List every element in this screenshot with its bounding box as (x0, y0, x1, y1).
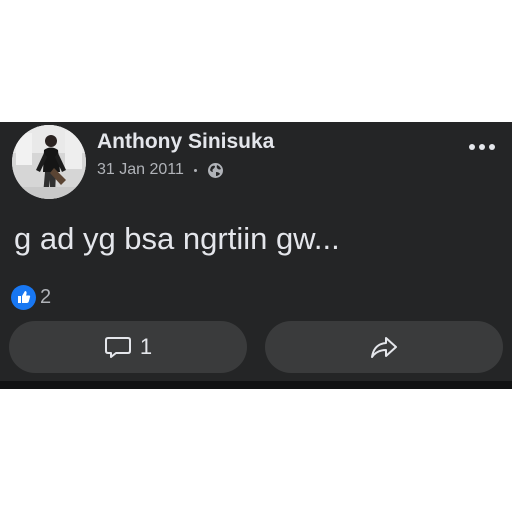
globe-icon (207, 161, 225, 179)
more-dots-icon (479, 144, 485, 150)
share-arrow-icon (369, 334, 399, 360)
reaction-count: 2 (40, 285, 52, 308)
page: Anthony Sinisuka 31 Jan 2011 g ad yg bsa… (0, 0, 512, 512)
reaction-summary[interactable]: 2 (11, 284, 51, 310)
avatar-photo (12, 125, 86, 199)
post-date[interactable]: 31 Jan 2011 (97, 161, 184, 179)
post-text: g ad yg bsa ngrtiin gw... (14, 221, 340, 256)
separator-dot (193, 168, 197, 172)
comment-count: 1 (139, 334, 153, 359)
post-options-button[interactable] (462, 132, 502, 162)
post-divider (0, 381, 512, 389)
author-name[interactable]: Anthony Sinisuka (97, 130, 274, 154)
more-dots-icon (469, 144, 475, 150)
share-button[interactable] (265, 321, 503, 373)
comment-button[interactable]: 1 (9, 321, 247, 373)
like-icon (11, 284, 36, 310)
comment-icon (104, 334, 132, 360)
more-dots-icon (489, 144, 495, 150)
post-meta: 31 Jan 2011 (97, 159, 225, 181)
avatar[interactable] (12, 125, 86, 199)
